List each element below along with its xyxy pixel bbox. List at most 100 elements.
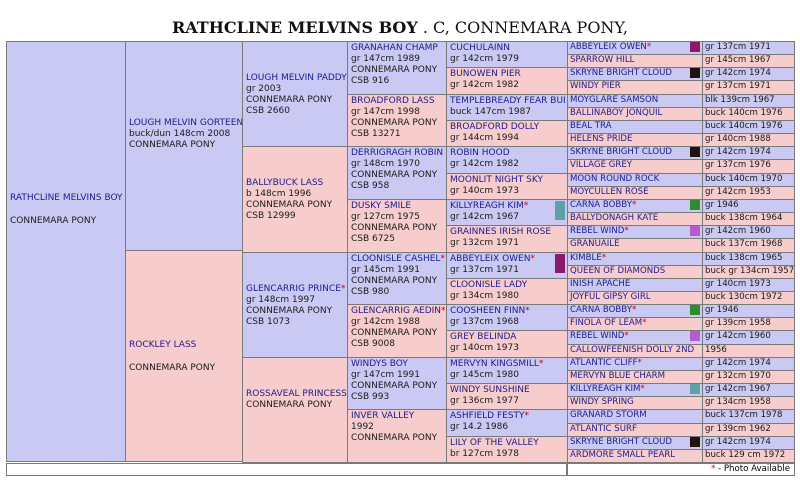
g3-horse-breed: CONNEMARA PONY <box>351 433 438 443</box>
g5-horse-info-cell: buck 140cm 1970 <box>702 173 795 187</box>
g3-horse-cell[interactable]: GRANAHAN CHAMP gr 147cm 1989 CONNEMARA PON… <box>347 41 447 95</box>
g5-horse-cell[interactable]: ARDMORE SMALL PEARL <box>567 449 703 463</box>
g5-horse-info: buck 140cm 1970 <box>705 174 783 184</box>
g4-horse-cell[interactable]: KILLYREAGH KIM* gr 142cm 1967 <box>446 199 568 226</box>
g2-horse-info: b 148cm 1996 <box>246 189 312 199</box>
g5-horse-cell[interactable]: SKRYNE BRIGHT CLOUD <box>567 436 703 450</box>
g4-horse-info: gr 142cm 1982 <box>450 80 519 90</box>
g5-horse-info: gr 134cm 1958 <box>705 397 771 407</box>
g5-horse-cell[interactable]: ABBEYLEIX OWEN* <box>567 41 703 55</box>
g5-horse-info: gr 139cm 1962 <box>705 424 771 434</box>
photo-star: * <box>523 201 529 211</box>
sire-breed: CONNEMARA PONY <box>129 140 216 150</box>
photo-star: * <box>624 331 629 341</box>
g5-horse-cell[interactable]: MOYGLARE SAMSON <box>567 94 703 108</box>
g5-horse-cell[interactable]: ATLANTIC CLIFF* <box>567 357 703 371</box>
dam-cell[interactable]: Rockley Lass CONNEMARA PONY <box>125 250 243 462</box>
g5-horse-cell[interactable]: WINDY PIER <box>567 80 703 95</box>
g5-horse-cell[interactable]: JOYFUL GIPSY GIRL <box>567 291 703 305</box>
g4-horse-cell[interactable]: CUCHULAINN gr 142cm 1979 <box>446 41 568 68</box>
g5-horse-cell[interactable]: FINOLA OF LEAM* <box>567 317 703 331</box>
g5-horse-cell[interactable]: BALLINABOY JONQUIL <box>567 107 703 121</box>
g3-horse-cell[interactable]: DUSKY SMILE gr 127cm 1975 CONNEMARA PONY CS… <box>347 199 447 253</box>
g2-horse-cell[interactable]: LOUGH MELVIN PADDY gr 2003 CONNEMARA PONY C… <box>242 41 348 147</box>
g4-horse-cell[interactable]: BUNOWEN PIER gr 142cm 1982 <box>446 67 568 95</box>
g5-horse-info: gr 137cm 1971 <box>705 42 771 52</box>
g2-horse-name: GLENCARRIG PRINCE* <box>246 284 346 294</box>
g3-horse-breed: CONNEMARA PONY <box>351 381 438 391</box>
g5-horse-cell[interactable]: MOON ROUND ROCK <box>567 173 703 187</box>
g4-horse-info: gr 142cm 1979 <box>450 54 519 64</box>
g5-horse-cell[interactable]: SPARROW HILL <box>567 54 703 68</box>
g5-horse-cell[interactable]: BALLYDONAGH KATE <box>567 212 703 226</box>
g3-horse-breed: CONNEMARA PONY <box>351 118 438 128</box>
g5-horse-cell[interactable]: KILLYREAGH KIM* <box>567 383 703 397</box>
g5-horse-cell[interactable]: WINDY SPRING <box>567 396 703 410</box>
g3-horse-info: gr 147cm 1991 <box>351 370 420 380</box>
g5-horse-info: buck 137cm 1978 <box>705 410 783 420</box>
g4-horse-cell[interactable]: MERVYN KINGSMILL* gr 145cm 1980 <box>446 357 568 384</box>
g3-horse-info: gr 145cm 1991 <box>351 265 420 275</box>
g4-horse-cell[interactable]: ASHFIELD FESTY* gr 14.2 1986 <box>446 409 568 437</box>
g4-horse-cell[interactable]: ROBIN HOOD gr 142cm 1982 <box>446 146 568 174</box>
g5-horse-cell[interactable]: KIMBLE* <box>567 252 703 266</box>
g4-horse-name: MERVYN KINGSMILL* <box>450 359 544 369</box>
g5-horse-name: FINOLA OF LEAM* <box>570 318 647 328</box>
dam-name: Rockley Lass <box>129 340 197 350</box>
g2-horse-csb: CSB 2660 <box>246 106 290 116</box>
g4-horse-cell[interactable]: GRAINNES IRISH ROSE gr 132cm 1971 <box>446 225 568 253</box>
g3-horse-cell[interactable]: INVER VALLEY 1992 CONNEMARA PONY <box>347 409 447 463</box>
g5-horse-cell[interactable]: CALLOWFEENISH DOLLY 2ND <box>567 344 703 358</box>
g3-horse-cell[interactable]: GLENCARRIG AEDIN* gr 142cm 1988 CONNEMARA … <box>347 304 447 358</box>
g5-horse-cell[interactable]: SKRYNE BRIGHT CLOUD <box>567 67 703 81</box>
g2-horse-cell[interactable]: ROSSAVEAL PRINCESS CONNEMARA PONY <box>242 357 348 463</box>
pedigree-grid: RATHCLINE MELVINS BOY CONNEMARA PONY LOU… <box>6 41 795 464</box>
g5-horse-info-cell: gr 1946 <box>702 199 795 213</box>
g4-horse-cell[interactable]: WINDY SUNSHINE gr 136cm 1977 <box>446 383 568 410</box>
g5-horse-cell[interactable]: ATLANTIC SURF <box>567 423 703 437</box>
g5-horse-name: GRANARD STORM <box>570 410 647 420</box>
g5-horse-name: ATLANTIC CLIFF* <box>570 358 642 368</box>
g5-horse-cell[interactable]: INISH APACHE <box>567 278 703 292</box>
subject-horse[interactable]: RATHCLINE MELVINS BOY CONNEMARA PONY <box>6 41 126 462</box>
g3-horse-cell[interactable]: DERRIGRAGH ROBIN gr 148cm 1970 CONNEMARA P… <box>347 146 447 200</box>
g5-horse-cell[interactable]: VILLAGE GREY <box>567 159 703 174</box>
g5-horse-cell[interactable]: REBEL WIND* <box>567 225 703 239</box>
g5-horse-cell[interactable]: QUEEN OF DIAMONDS <box>567 265 703 279</box>
g5-horse-cell[interactable]: CARNA BOBBY* <box>567 304 703 318</box>
g5-horse-cell[interactable]: MERVYN BLUE CHARM <box>567 370 703 384</box>
g4-horse-cell[interactable]: CLOONISLE LADY gr 134cm 1980 <box>446 278 568 305</box>
g2-horse-cell[interactable]: GLENCARRIG PRINCE* gr 148cm 1997 CONNEMARA… <box>242 252 348 358</box>
g5-horse-info-cell: buck 138cm 1964 <box>702 212 795 226</box>
g4-horse-cell[interactable]: GREY BELINDA gr 140cm 1973 <box>446 330 568 358</box>
g5-horse-info: gr 1946 <box>705 200 739 210</box>
g4-horse-cell[interactable]: ABBEYLEIX OWEN* gr 137cm 1971 <box>446 252 568 279</box>
g2-horse-cell[interactable]: BALLYBUCK LASS b 148cm 1996 CONNEMARA PONY… <box>242 146 348 253</box>
g3-horse-cell[interactable]: WINDYS BOY gr 147cm 1991 CONNEMARA PONY CSB… <box>347 357 447 410</box>
g4-horse-cell[interactable]: BROADFORD DOLLY gr 144cm 1994 <box>446 120 568 147</box>
page-title: RATHCLINE MELVINS BOY . C, CONNEMARA PON… <box>0 18 800 37</box>
g5-horse-cell[interactable]: REBEL WIND* <box>567 330 703 345</box>
g4-horse-name: WINDY SUNSHINE <box>450 385 530 395</box>
photo-marker-icon <box>690 200 700 210</box>
g5-horse-cell[interactable]: SKRYNE BRIGHT CLOUD <box>567 146 703 160</box>
g4-horse-cell[interactable]: COOSHEEN FINN* gr 137cm 1968 <box>446 304 568 331</box>
g4-horse-info: gr 134cm 1980 <box>450 291 519 301</box>
g4-horse-cell[interactable]: TEMPLEBREADY FEAR BUI buck 147cm 1987 <box>446 94 568 121</box>
g5-horse-cell[interactable]: HELENS PRIDE <box>567 133 703 147</box>
g4-horse-cell[interactable]: LILY OF THE VALLEY br 127cm 1978 <box>446 436 568 463</box>
sire-cell[interactable]: LOUGH MELVIN GORTEEN buck/dun 148cm 2008… <box>125 41 243 251</box>
g5-horse-info: gr 145cm 1967 <box>705 55 771 65</box>
g5-horse-info: buck 129 cm 1972 <box>705 450 786 460</box>
g5-horse-info: gr 142cm 1974 <box>705 437 771 447</box>
g5-horse-cell[interactable]: GRANUAILE <box>567 238 703 253</box>
g5-horse-cell[interactable]: GRANARD STORM <box>567 409 703 424</box>
g5-horse-info-cell: buck 137cm 1968 <box>702 238 795 253</box>
g3-horse-cell[interactable]: CLOONISLE CASHEL* gr 145cm 1991 CONNEMARA … <box>347 252 447 305</box>
g3-horse-cell[interactable]: BROADFORD LASS gr 147cm 1998 CONNEMARA PON… <box>347 94 447 147</box>
g5-horse-cell[interactable]: MOYCULLEN ROSE <box>567 186 703 200</box>
g4-horse-name: CUCHULAINN <box>450 43 511 53</box>
g5-horse-cell[interactable]: BEAL TRA <box>567 120 703 134</box>
g5-horse-cell[interactable]: CARNA BOBBY* <box>567 199 703 213</box>
g4-horse-cell[interactable]: MOONLIT NIGHT SKY gr 140cm 1973 <box>446 173 568 200</box>
